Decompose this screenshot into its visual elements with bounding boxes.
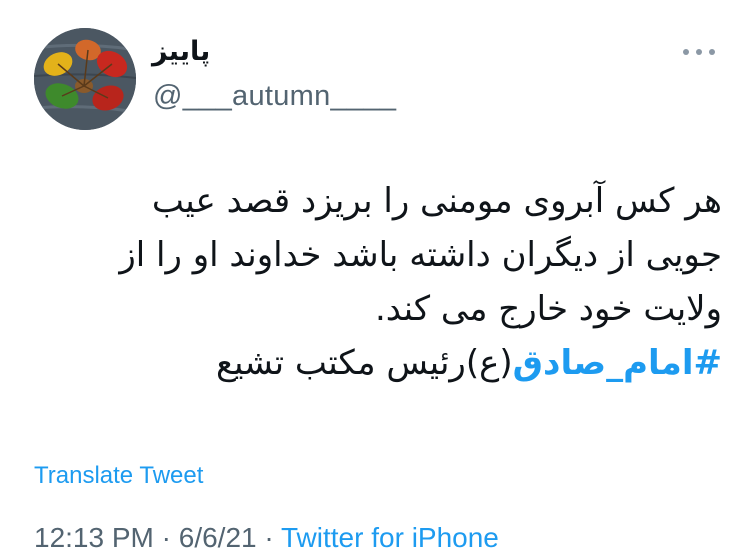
autumn-leaves-icon bbox=[34, 28, 136, 130]
user-handle[interactable]: @___autumn____ bbox=[153, 82, 396, 111]
tweet-text: هر کس آبروی مومنی را بریزد قصد عیب جویی … bbox=[20, 174, 722, 390]
tweet-line-2: جویی از دیگران داشته باشد خداوند او را ا… bbox=[119, 235, 722, 275]
avatar[interactable] bbox=[34, 28, 136, 130]
hashtag-link[interactable]: #امام_صادق bbox=[513, 343, 722, 383]
dot bbox=[683, 49, 689, 55]
dot bbox=[709, 49, 715, 55]
tweet-line-4-rest: (ع)رئیس مکتب تشیع bbox=[215, 343, 513, 383]
meta-separator: · bbox=[256, 522, 281, 553]
tweet-date[interactable]: 6/6/21 bbox=[179, 522, 257, 553]
more-horizontal-icon[interactable] bbox=[683, 42, 715, 62]
tweet-line-4: #امام_صادق(ع)رئیس مکتب تشیع bbox=[20, 336, 722, 390]
tweet-source-link[interactable]: Twitter for iPhone bbox=[281, 522, 499, 553]
tweet-time[interactable]: 12:13 PM bbox=[34, 522, 154, 553]
tweet-meta: 12:13 PM · 6/6/21 · Twitter for iPhone bbox=[34, 524, 499, 552]
display-name[interactable]: پاییز bbox=[152, 38, 210, 65]
translate-tweet-link[interactable]: Translate Tweet bbox=[34, 464, 203, 488]
meta-separator: · bbox=[153, 522, 179, 553]
tweet-line-1: هر کس آبروی مومنی را بریزد قصد عیب bbox=[151, 181, 722, 221]
tweet-line-3: ولایت خود خارج می کند. bbox=[374, 289, 722, 329]
dot bbox=[696, 49, 702, 55]
